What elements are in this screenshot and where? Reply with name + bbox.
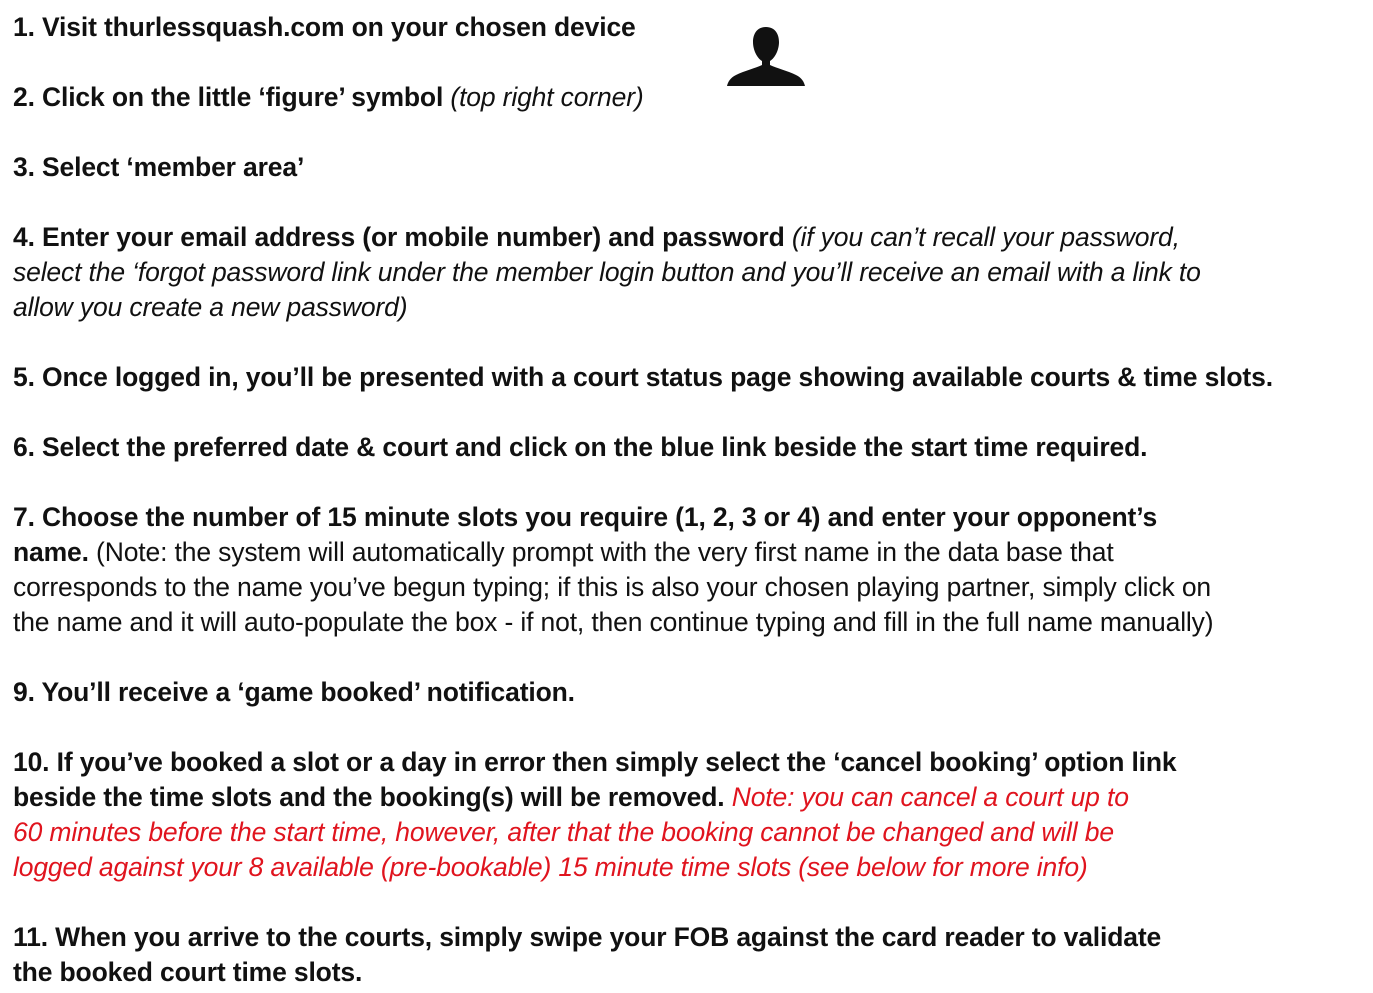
step-text: the name and it will auto-populate the b… bbox=[13, 607, 1214, 637]
step-9: 10. If you’ve booked a slot or a day in … bbox=[13, 745, 1371, 885]
step-line: the name and it will auto-populate the b… bbox=[13, 605, 1371, 640]
step-line: 60 minutes before the start time, howeve… bbox=[13, 815, 1371, 850]
step-line: logged against your 8 available (pre-boo… bbox=[13, 850, 1371, 885]
step-text: beside the time slots and the booking(s)… bbox=[13, 782, 732, 812]
step-line: beside the time slots and the booking(s)… bbox=[13, 780, 1371, 815]
step-line: 2. Click on the little ‘figure’ symbol (… bbox=[13, 80, 1371, 115]
step-text: 6. Select the preferred date & court and… bbox=[13, 432, 1148, 462]
step-line: allow you create a new password) bbox=[13, 290, 1371, 325]
step-line: 10. If you’ve booked a slot or a day in … bbox=[13, 745, 1371, 780]
step-line: 6. Select the preferred date & court and… bbox=[13, 430, 1371, 465]
step-text: 4. Enter your email address (or mobile n… bbox=[13, 222, 792, 252]
step-text: 10. If you’ve booked a slot or a day in … bbox=[13, 747, 1177, 777]
person-figure-icon bbox=[727, 27, 805, 86]
step-spacer bbox=[13, 395, 1371, 430]
cancellation-note-text: 60 minutes before the start time, howeve… bbox=[13, 817, 1114, 847]
step-line: name. (Note: the system will automatical… bbox=[13, 535, 1371, 570]
step-8: 9. You’ll receive a ‘game booked’ notifi… bbox=[13, 675, 1371, 710]
step-line: 5. Once logged in, you’ll be presented w… bbox=[13, 360, 1371, 395]
step-line: 1. Visit thurlessquash.com on your chose… bbox=[13, 10, 1371, 45]
step-text: the booked court time slots. bbox=[13, 957, 363, 987]
step-line: 9. You’ll receive a ‘game booked’ notifi… bbox=[13, 675, 1371, 710]
step-line: 4. Enter your email address (or mobile n… bbox=[13, 220, 1371, 255]
step-text: name. bbox=[13, 537, 89, 567]
step-5: 5. Once logged in, you’ll be presented w… bbox=[13, 360, 1371, 395]
step-text: (top right corner) bbox=[450, 82, 644, 112]
step-text: 5. Once logged in, you’ll be presented w… bbox=[13, 362, 1273, 392]
step-4: 4. Enter your email address (or mobile n… bbox=[13, 220, 1371, 325]
step-spacer bbox=[13, 115, 1371, 150]
step-text: select the ‘forgot password link under t… bbox=[13, 257, 1201, 287]
cancellation-note-text: Note: you can cancel a court up to bbox=[731, 782, 1129, 812]
step-spacer bbox=[13, 185, 1371, 220]
step-text: 11. When you arrive to the courts, simpl… bbox=[13, 922, 1162, 952]
step-10: 11. When you arrive to the courts, simpl… bbox=[13, 920, 1371, 990]
step-spacer bbox=[13, 710, 1371, 745]
step-spacer bbox=[13, 45, 1371, 80]
step-text: (Note: the system will automatically pro… bbox=[88, 537, 1114, 567]
step-2: 2. Click on the little ‘figure’ symbol (… bbox=[13, 80, 1371, 115]
step-line: the booked court time slots. bbox=[13, 955, 1371, 990]
step-1: 1. Visit thurlessquash.com on your chose… bbox=[13, 10, 1371, 45]
step-line: 3. Select ‘member area’ bbox=[13, 150, 1371, 185]
step-line: select the ‘forgot password link under t… bbox=[13, 255, 1371, 290]
step-text: corresponds to the name you’ve begun typ… bbox=[13, 572, 1212, 602]
step-text: 9. You’ll receive a ‘game booked’ notifi… bbox=[13, 677, 575, 707]
step-6: 6. Select the preferred date & court and… bbox=[13, 430, 1371, 465]
instructions-document: 1. Visit thurlessquash.com on your chose… bbox=[13, 10, 1371, 990]
cancellation-note-text: logged against your 8 available (pre-boo… bbox=[13, 852, 1088, 882]
step-spacer bbox=[13, 325, 1371, 360]
step-text: 2. Click on the little ‘figure’ symbol bbox=[13, 82, 451, 112]
step-text: (if you can’t recall your password, bbox=[791, 222, 1180, 252]
step-spacer bbox=[13, 885, 1371, 920]
step-spacer bbox=[13, 465, 1371, 500]
step-spacer bbox=[13, 640, 1371, 675]
step-3: 3. Select ‘member area’ bbox=[13, 150, 1371, 185]
step-text: 3. Select ‘member area’ bbox=[13, 152, 305, 182]
step-text: 7. Choose the number of 15 minute slots … bbox=[13, 502, 1158, 532]
step-7: 7. Choose the number of 15 minute slots … bbox=[13, 500, 1371, 640]
step-line: 11. When you arrive to the courts, simpl… bbox=[13, 920, 1371, 955]
step-text: 1. Visit thurlessquash.com on your chose… bbox=[13, 12, 636, 42]
step-text: allow you create a new password) bbox=[13, 292, 408, 322]
step-line: corresponds to the name you’ve begun typ… bbox=[13, 570, 1371, 605]
step-line: 7. Choose the number of 15 minute slots … bbox=[13, 500, 1371, 535]
